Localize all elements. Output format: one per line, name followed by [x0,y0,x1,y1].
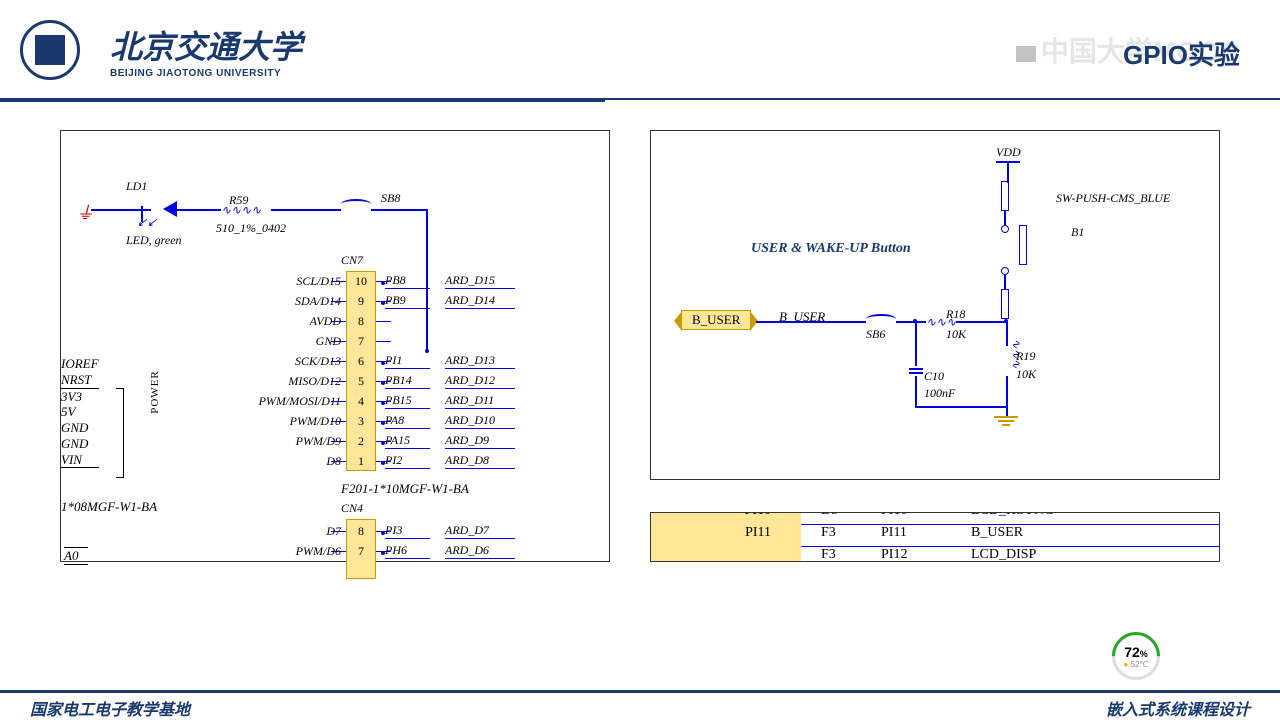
ground-icon: ⏚ [76,199,94,225]
book-icon [1016,46,1036,62]
sb8-ref: SB8 [381,191,400,206]
cn7-footprint: F201-1*10MGF-W1-BA [341,481,469,497]
cn4-ref: CN4 [341,501,363,516]
performance-gauge: 72% ● 52℃ [1112,632,1160,680]
led-ref: LD1 [126,179,147,194]
c10-value: 100nF [924,386,955,401]
footer-left: 国家电工电子教学基地 [30,696,190,717]
r19-value: 10K [1016,367,1036,382]
button-title: USER & WAKE-UP Button [751,241,911,257]
mgf-label: 1*08MGF-W1-BA [61,499,157,515]
sb6-ref: SB6 [866,327,885,342]
capacitor-icon [909,366,923,376]
header: 北京交通大学 BEIJING JIAOTONG UNIVERSITY 中国大学M… [0,0,1280,100]
pin-mapping-table: PI10 D5 PI10 LCD_HSYNC PI11 F3 PI11 B_US… [650,512,1220,562]
pushbutton-icon [1001,181,1041,311]
c10-ref: C10 [924,369,944,384]
led-desc: LED, green [126,233,182,248]
university-name-en: BEIJING JIAOTONG UNIVERSITY [110,68,302,79]
ground-icon [994,416,1018,426]
r18-ref: R18 [946,307,965,322]
power-label: POWER [149,370,161,414]
r59-value: 510_1%_0402 [216,221,286,236]
b-user-tag: B_USER [681,310,751,330]
slide-topic: GPIO实验 [1123,35,1240,72]
solder-bridge-icon [341,199,371,209]
footer: 国家电工电子教学基地 嵌入式系统课程设计 [0,690,1280,720]
university-name-cn: 北京交通大学 [110,22,302,68]
switch-ref: B1 [1071,225,1084,240]
a0-label: A0 [64,547,88,565]
footer-right: 嵌入式系统课程设计 [1106,696,1250,717]
power-block: IOREF NRST 3V3 5V GND GND VIN [61,356,99,468]
schematic-led-connector: LD1 LED, green ⏚ ↙↙ R59 510_1%_0402 ∿∿∿∿… [60,130,610,562]
switch-type: SW-PUSH-CMS_BLUE [1056,191,1170,206]
resistor-icon: ∿∿∿∿ [221,203,261,218]
led-icon: ↙↙ [141,201,177,222]
solder-bridge-icon [866,314,896,324]
r18-value: 10K [946,327,966,342]
schematic-user-button: VDD USER & WAKE-UP Button SW-PUSH-CMS_BL… [650,130,1220,480]
r19-ref: R19 [1016,349,1035,364]
cn7-ref: CN7 [341,253,363,268]
vdd-label: VDD [996,145,1021,160]
university-seal-icon [20,20,80,80]
